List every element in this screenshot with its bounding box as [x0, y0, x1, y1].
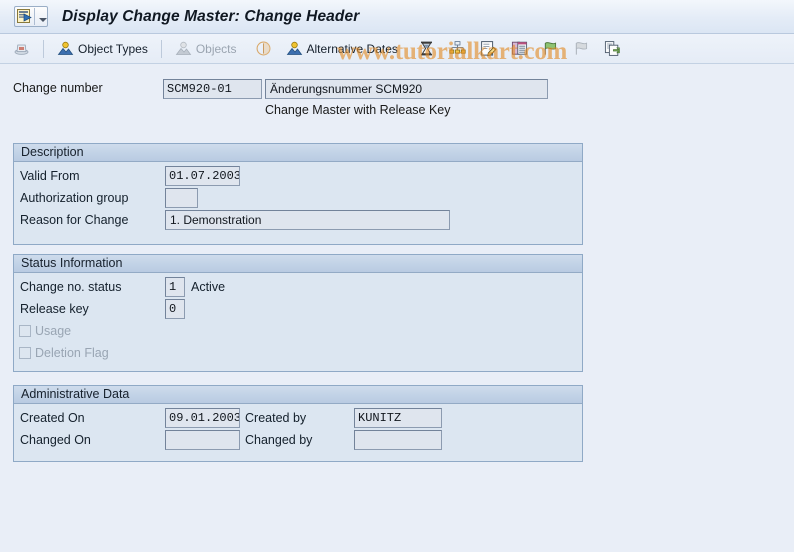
toolbar-copy-document-button[interactable] — [598, 36, 627, 62]
alternative-dates-clock-icon — [255, 40, 272, 57]
change-number-description-input[interactable]: Änderungsnummer SCM920 — [265, 79, 548, 99]
sap-system-menu-icon — [15, 7, 34, 26]
toolbar-alternative-dates-label: Alternative Dates — [306, 41, 398, 56]
system-menu-divider — [34, 8, 35, 25]
authorization-group-label: Authorization group — [20, 191, 129, 205]
list-display-icon — [511, 40, 528, 57]
valid-from-label: Valid From — [20, 169, 80, 183]
toolbar-green-flag-button[interactable] — [536, 36, 565, 62]
toolbar-objects-button[interactable]: Objects — [169, 36, 243, 62]
created-on-input[interactable]: 09.01.2003 — [165, 408, 240, 428]
change-no-status-label: Change no. status — [20, 280, 122, 294]
change-no-status-text: Active — [191, 280, 226, 294]
deletion-flag-checkbox-row[interactable]: Deletion Flag — [19, 346, 109, 360]
created-on-label: Created On — [20, 411, 85, 425]
system-menu-button[interactable] — [14, 6, 48, 27]
window-title: Display Change Master: Change Header — [62, 7, 360, 25]
valid-from-input[interactable]: 01.07.2003 — [165, 166, 240, 186]
objects-icon — [175, 40, 192, 57]
description-group-title: Description — [14, 144, 582, 162]
release-key-label: Release key — [20, 302, 89, 316]
change-no-status-input[interactable]: 1 — [165, 277, 185, 297]
status-information-group-title: Status Information — [14, 255, 582, 273]
toolbar-grey-flag-button[interactable] — [567, 36, 596, 62]
toolbar-objects-label: Objects — [195, 41, 237, 56]
reason-for-change-label: Reason for Change — [20, 213, 129, 227]
toolbar-separator-2 — [160, 39, 162, 58]
usage-checkbox[interactable] — [19, 325, 31, 337]
copy-document-icon — [604, 40, 621, 57]
changed-on-input[interactable] — [165, 430, 240, 450]
usage-checkbox-label: Usage — [35, 324, 72, 338]
toolbar-alternative-dates-clock-button[interactable] — [249, 36, 278, 62]
toolbar-edit-button[interactable] — [474, 36, 503, 62]
application-toolbar: Object Types Objects Alternative Dates — [0, 34, 794, 64]
deletion-flag-checkbox-label: Deletion Flag — [35, 346, 109, 360]
toolbar-object-types-button[interactable]: Object Types — [51, 36, 154, 62]
toolbar-hourglass-button[interactable] — [412, 36, 441, 62]
deletion-flag-checkbox[interactable] — [19, 347, 31, 359]
edit-pencil-icon — [480, 40, 497, 57]
change-number-input[interactable]: SCM920-01 — [163, 79, 262, 99]
release-key-input[interactable]: 0 — [165, 299, 185, 319]
object-types-icon — [57, 40, 74, 57]
print-preview-icon — [13, 40, 30, 57]
toolbar-hierarchy-button[interactable] — [443, 36, 472, 62]
toolbar-object-types-label: Object Types — [78, 41, 148, 56]
changed-by-input[interactable] — [354, 430, 442, 450]
alternative-dates-icon — [286, 40, 303, 57]
administrative-data-group-title: Administrative Data — [14, 386, 582, 404]
hierarchy-icon — [449, 40, 466, 57]
usage-checkbox-row[interactable]: Usage — [19, 324, 71, 338]
authorization-group-input[interactable] — [165, 188, 198, 208]
toolbar-list-display-button[interactable] — [505, 36, 534, 62]
window-title-bar: Display Change Master: Change Header — [0, 0, 794, 34]
created-by-input[interactable]: KUNITZ — [354, 408, 442, 428]
reason-for-change-input[interactable]: 1. Demonstration — [165, 210, 450, 230]
green-flag-icon — [542, 40, 559, 57]
grey-flag-icon — [573, 40, 590, 57]
change-number-label: Change number — [13, 81, 103, 95]
hourglass-icon — [418, 40, 435, 57]
toolbar-separator — [43, 39, 44, 58]
changed-by-label: Changed by — [245, 433, 313, 447]
toolbar-print-preview-button[interactable] — [7, 36, 36, 62]
chevron-down-icon — [39, 18, 47, 22]
change-master-subcaption: Change Master with Release Key — [265, 103, 451, 117]
changed-on-label: Changed On — [20, 433, 91, 447]
toolbar-alternative-dates-button[interactable]: Alternative Dates — [280, 36, 404, 62]
created-by-label: Created by — [245, 411, 307, 425]
